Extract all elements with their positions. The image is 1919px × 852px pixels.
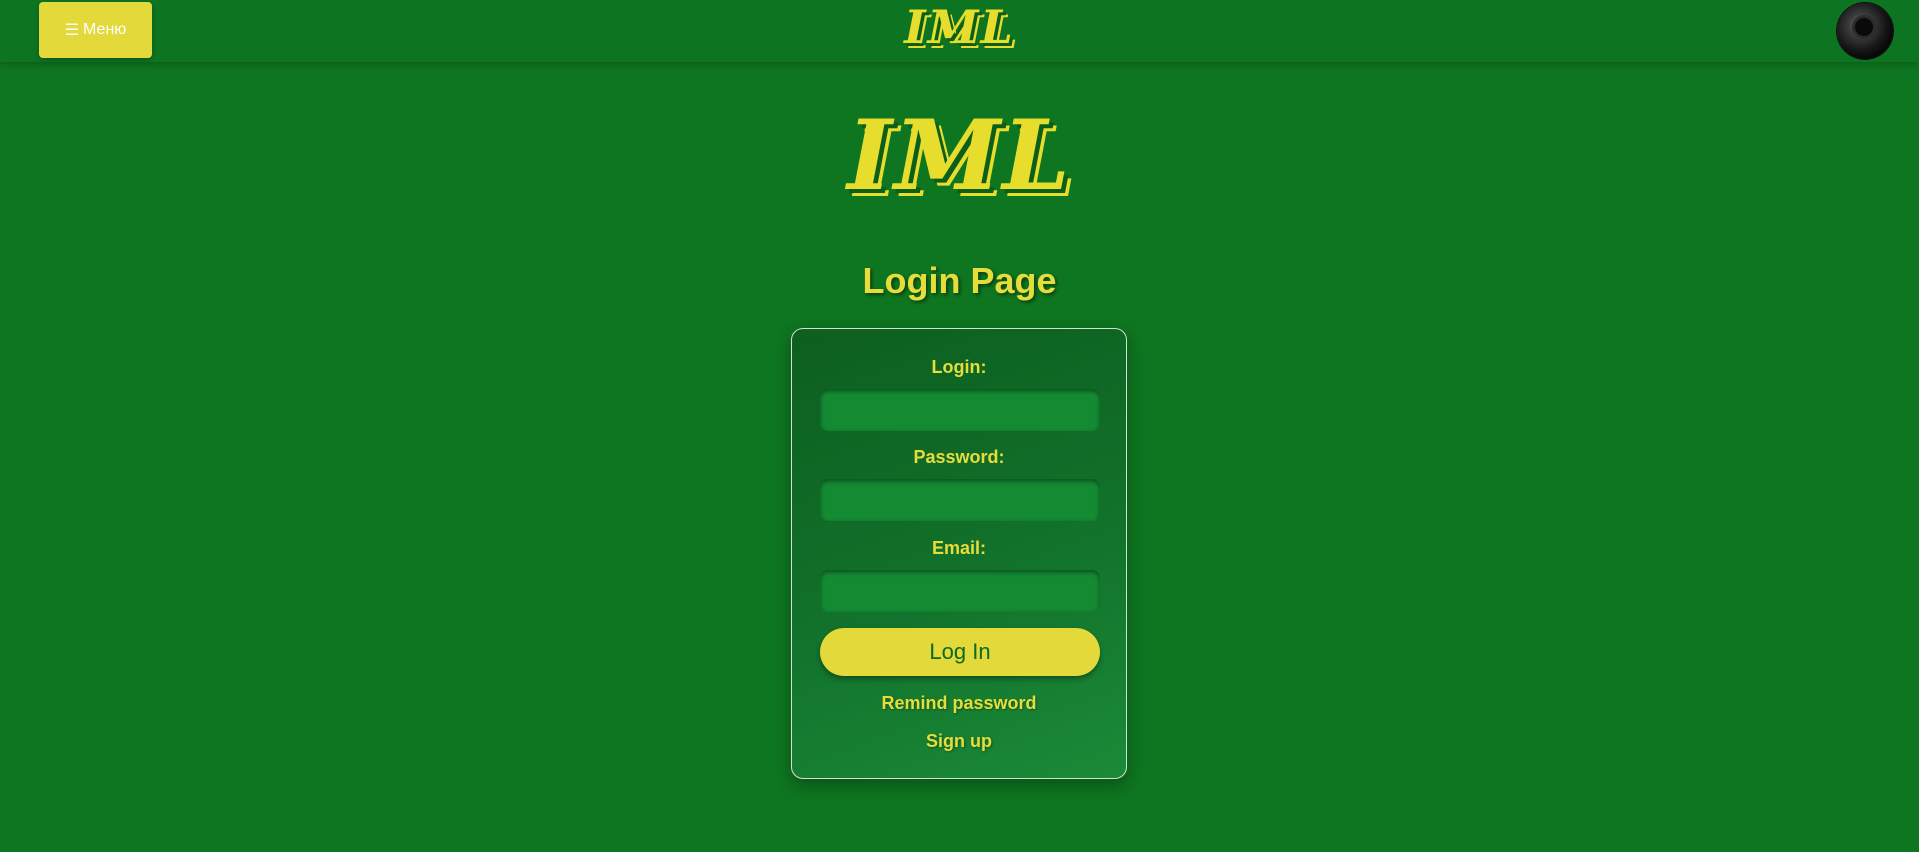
top-navbar: ☰ Меню IML: [0, 0, 1919, 62]
hero-logo: IML: [847, 99, 1072, 212]
email-input[interactable]: [820, 570, 1100, 612]
login-input[interactable]: [820, 389, 1100, 431]
login-card: Login: Password: Email: Log In Remind pa…: [791, 328, 1127, 779]
sign-up-link[interactable]: Sign up: [792, 731, 1126, 752]
login-button[interactable]: Log In: [820, 628, 1100, 676]
page-title: Login Page: [862, 260, 1057, 301]
email-label: Email:: [931, 538, 987, 558]
login-label: Login:: [931, 357, 987, 377]
avatar-eye-icon[interactable]: [1837, 3, 1893, 59]
remind-password-link[interactable]: Remind password: [792, 693, 1126, 714]
password-input[interactable]: [820, 479, 1100, 521]
header-logo[interactable]: IML: [0, 4, 1919, 50]
password-label: Password:: [913, 447, 1005, 467]
